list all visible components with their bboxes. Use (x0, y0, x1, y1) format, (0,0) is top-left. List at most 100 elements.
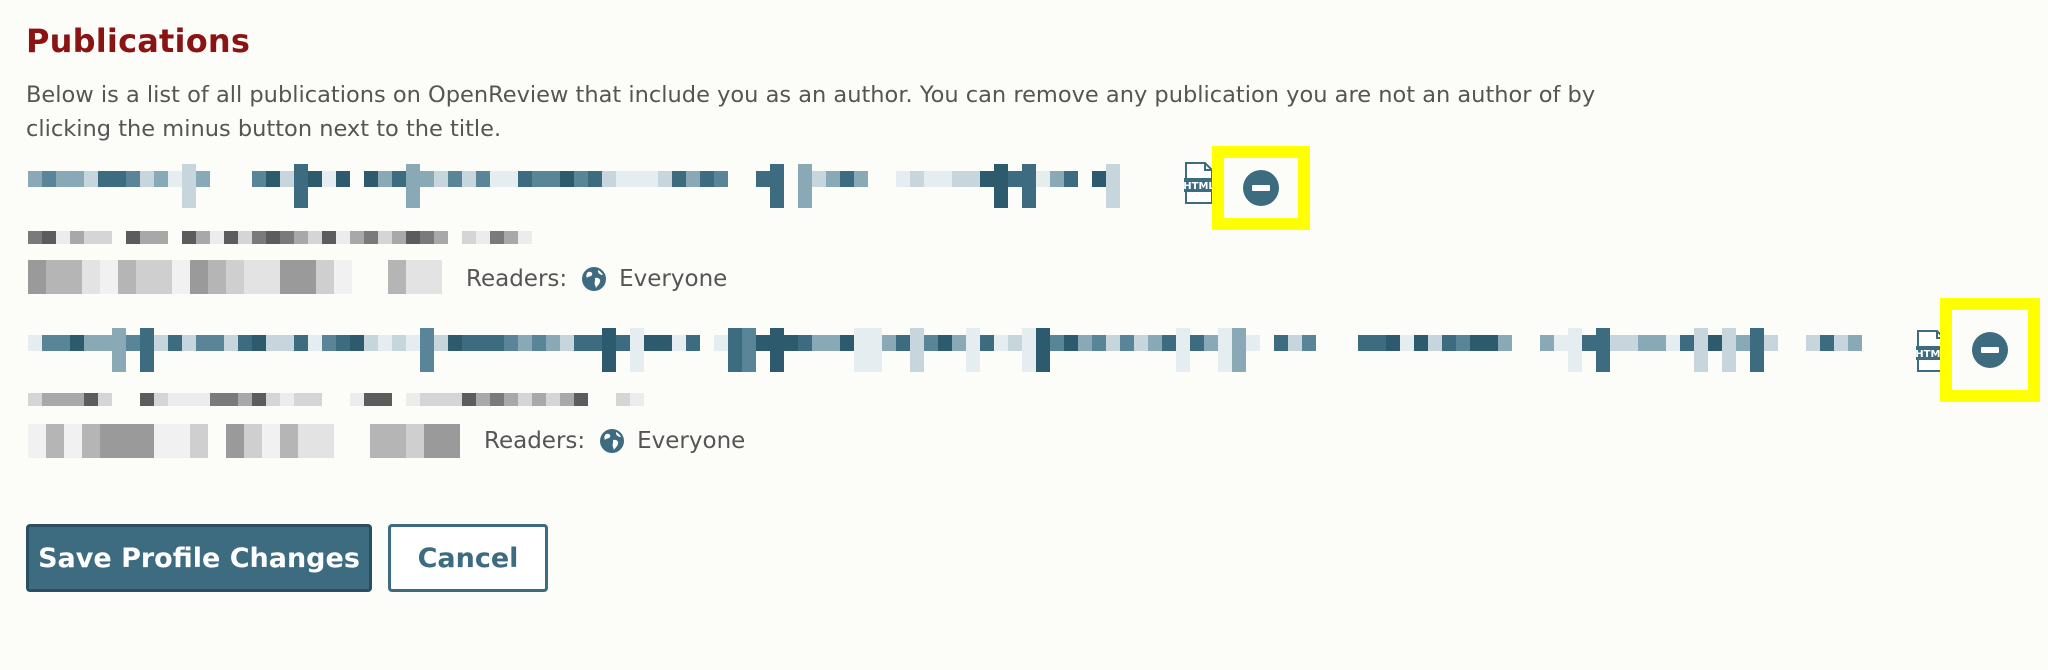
redacted-pixel (98, 170, 112, 188)
redacted-pixel (280, 170, 294, 188)
redacted-pixel (190, 424, 208, 458)
redacted-pixel (1036, 170, 1050, 188)
redacted-pixel (434, 334, 448, 352)
readers-value: Everyone (619, 266, 728, 292)
redacted-pixel (560, 393, 574, 407)
redacted-pixel (812, 334, 826, 352)
redacted-pixel (308, 334, 322, 352)
redacted-pixel (938, 334, 952, 352)
redacted-pixel (518, 334, 532, 352)
redacted-pixel (1092, 334, 1106, 352)
redacted-pixel (546, 334, 560, 352)
redacted-pixel (1302, 334, 1316, 352)
redacted-pixel (868, 328, 882, 372)
redacted-pixel (518, 170, 532, 188)
redacted-pixel (442, 424, 460, 458)
redacted-pixel (896, 170, 910, 188)
redacted-pixel (210, 231, 224, 245)
redacted-pixel (196, 334, 210, 352)
redacted-pixel (756, 170, 770, 188)
redacted-pixel (56, 334, 70, 352)
remove-highlight-box (1940, 298, 2040, 402)
redacted-pixel (196, 393, 210, 407)
redacted-pixel (252, 393, 266, 407)
redacted-pixel (82, 260, 100, 294)
redacted-pixel (280, 424, 298, 458)
save-profile-changes-button[interactable]: Save Profile Changes (26, 524, 372, 592)
redacted-pixel (46, 260, 64, 294)
redacted-pixel (644, 334, 658, 352)
redacted-pixel (546, 170, 560, 188)
redacted-pixel (28, 393, 42, 407)
redacted-pixel (630, 328, 644, 372)
redacted-pixel (350, 334, 364, 352)
publication-title-link[interactable] (28, 164, 1128, 208)
redacted-pixel (1036, 328, 1050, 372)
redacted-pixel (1288, 334, 1302, 352)
html-icon-label: HTML (1184, 181, 1214, 192)
redacted-pixel (406, 260, 424, 294)
redacted-pixel (448, 334, 462, 352)
redacted-pixel (952, 334, 966, 352)
redacted-pixel (1162, 334, 1176, 352)
redacted-pixel (392, 334, 406, 352)
publication-title-link[interactable] (28, 328, 1868, 372)
redacted-pixel (462, 393, 476, 407)
redacted-pixel (98, 393, 112, 407)
redacted-pixel (1190, 334, 1204, 352)
redacted-pixel (308, 393, 322, 407)
redacted-pixel (1568, 328, 1582, 372)
redacted-pixel (224, 231, 238, 245)
redacted-pixel (490, 334, 504, 352)
remove-publication-button[interactable] (1243, 170, 1279, 206)
redacted-pixel (28, 334, 42, 352)
redacted-pixel (42, 231, 56, 245)
redacted-pixel (1148, 334, 1162, 352)
redacted-pixel (910, 170, 924, 188)
redacted-pixel (100, 424, 118, 458)
redacted-pixel (448, 170, 462, 188)
redacted-pixel (364, 170, 378, 188)
redacted-pixel (322, 170, 336, 188)
redacted-pixel (28, 424, 46, 458)
redacted-pixel (294, 231, 308, 245)
redacted-pixel (336, 334, 350, 352)
publication-authors (28, 388, 648, 412)
readers-value: Everyone (637, 428, 746, 454)
redacted-pixel (424, 424, 442, 458)
redacted-pixel (1834, 334, 1848, 352)
redacted-pixel (1680, 334, 1694, 352)
redacted-pixel (154, 424, 172, 458)
redacted-pixel (190, 260, 208, 294)
redacted-pixel (46, 424, 64, 458)
redacted-pixel (602, 328, 616, 372)
redacted-pixel (182, 393, 196, 407)
redacted-pixel (672, 334, 686, 352)
redacted-pixel (378, 170, 392, 188)
redacted-pixel (226, 260, 244, 294)
redacted-pixel (1806, 334, 1820, 352)
redacted-pixel (826, 170, 840, 188)
redacted-pixel (140, 170, 154, 188)
redacted-pixel (1456, 334, 1470, 352)
redacted-pixel (1414, 334, 1428, 352)
publication-readers: Readers: Everyone (466, 262, 727, 296)
redacted-pixel (448, 393, 462, 407)
redacted-pixel (1134, 334, 1148, 352)
publication-venue (28, 260, 458, 294)
redacted-pixel (490, 231, 504, 245)
html-file-icon[interactable]: HTML (1183, 162, 1215, 204)
redacted-pixel (238, 231, 252, 245)
publication-readers: Readers: Everyone (484, 424, 745, 458)
redacted-pixel (196, 231, 210, 245)
redacted-pixel (1610, 334, 1624, 352)
remove-publication-button[interactable] (1972, 332, 2008, 368)
redacted-pixel (896, 334, 910, 352)
redacted-pixel (154, 334, 168, 352)
redacted-pixel (1428, 334, 1442, 352)
redacted-pixel (196, 170, 210, 188)
redacted-pixel (182, 231, 196, 245)
redacted-pixel (532, 170, 546, 188)
redacted-pixel (392, 231, 406, 245)
cancel-button[interactable]: Cancel (388, 524, 548, 592)
